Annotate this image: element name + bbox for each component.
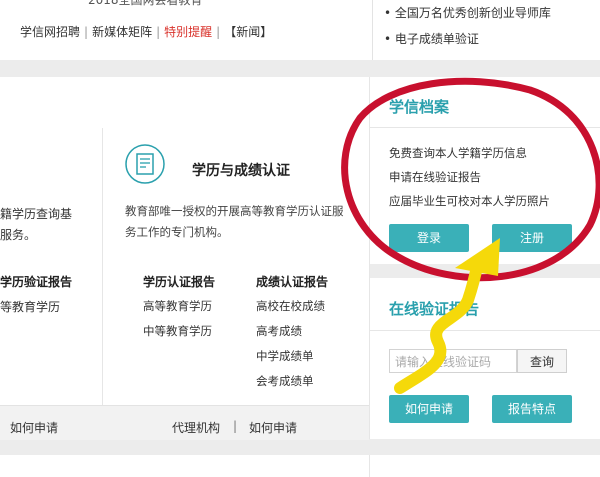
verify-title[interactable]: 在线验证报告 xyxy=(389,298,479,319)
certificate-icon xyxy=(125,144,165,184)
report-features-button[interactable]: 报告特点 xyxy=(492,395,572,423)
link-special-alert[interactable]: 特别提醒 xyxy=(164,25,212,39)
archive-title[interactable]: 学信档案 xyxy=(389,96,449,117)
grade-report-heading: 成绩认证报告 xyxy=(256,275,329,289)
link-media-matrix[interactable]: 新媒体矩阵 xyxy=(92,25,152,39)
high-school-transcript-link[interactable]: 中学成绩单 xyxy=(256,348,314,364)
top-links: 学信网招聘 | 新媒体矩阵 | 特别提醒 | 【新闻】 xyxy=(20,25,273,39)
graduation-exam-transcript-link[interactable]: 会考成绩单 xyxy=(256,373,314,389)
secondary-education-link[interactable]: 中等教育学历 xyxy=(143,323,212,339)
left-card-apply-link[interactable]: 如何申请 xyxy=(10,419,58,436)
link-recruitment[interactable]: 学信网招聘 xyxy=(20,25,80,39)
panel-gap xyxy=(370,264,600,278)
archive-title-divider xyxy=(370,127,600,128)
archive-item-photo: 应届毕业生可校对本人学历照片 xyxy=(389,194,550,208)
mentor-library-link[interactable]: • 全国万名优秀创新创业导师库 xyxy=(384,4,551,21)
certification-description: 教育部唯一授权的开展高等教育学历认证服务工作的专门机构。 xyxy=(125,204,344,239)
link-news[interactable]: 【新闻】 xyxy=(224,25,272,39)
register-button[interactable]: 注册 xyxy=(492,224,572,252)
agency-link[interactable]: 代理机构 xyxy=(172,419,220,436)
divider-left xyxy=(102,128,103,405)
university-grades-link[interactable]: 高校在校成绩 xyxy=(256,298,325,314)
login-button[interactable]: 登录 xyxy=(389,224,469,252)
left-card-desc-1: 籍学历查询基 xyxy=(0,207,73,221)
left-card-desc-2: 服务。 xyxy=(0,228,37,242)
verify-code-input[interactable]: 请输入在线验证码 xyxy=(389,349,517,373)
degree-report-heading: 学历认证报告 xyxy=(143,275,216,289)
college-exam-grades-link[interactable]: 高考成绩 xyxy=(256,323,302,339)
top-headline[interactable]: 2018全国两会看教育 xyxy=(88,0,203,8)
verify-title-divider xyxy=(370,330,600,331)
higher-education-link[interactable]: 高等教育学历 xyxy=(143,298,212,314)
archive-item-query: 免费查询本人学籍学历信息 xyxy=(389,146,527,160)
left-card-report-item[interactable]: 等教育学历 xyxy=(0,298,60,315)
divider-right xyxy=(369,77,370,439)
apply-button[interactable]: 如何申请 xyxy=(389,395,469,423)
middle-apply-link[interactable]: 如何申请 xyxy=(249,419,297,436)
footer-separator: | xyxy=(233,419,238,433)
next-section-strip xyxy=(0,455,600,477)
left-card-report-title: 学历验证报告 xyxy=(0,275,73,289)
divider-bottom xyxy=(369,455,370,477)
e-transcript-link[interactable]: • 电子成绩单验证 xyxy=(384,30,479,47)
query-button[interactable]: 查询 xyxy=(517,349,567,373)
certification-title[interactable]: 学历与成绩认证 xyxy=(192,160,290,180)
archive-item-report: 申请在线验证报告 xyxy=(389,170,481,184)
